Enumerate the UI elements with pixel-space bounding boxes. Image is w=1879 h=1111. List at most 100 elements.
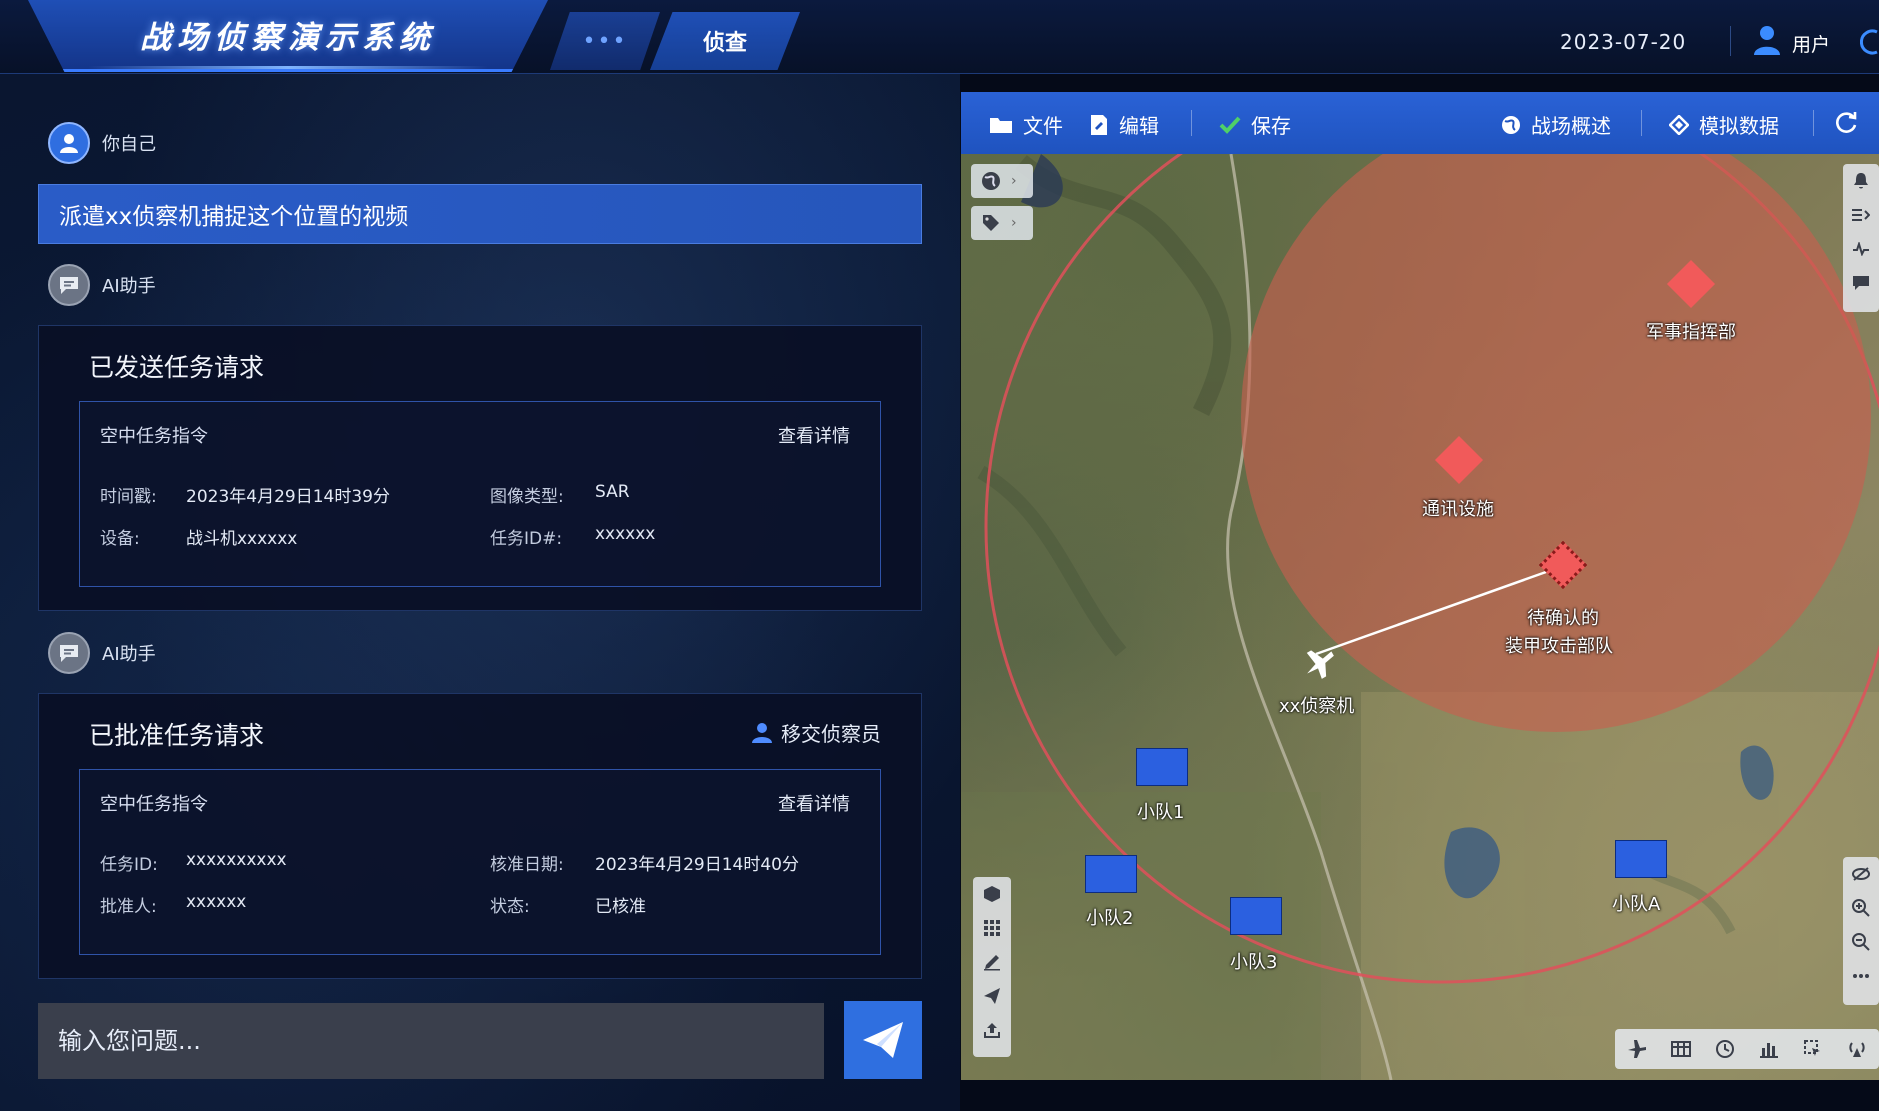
zoom-out-icon[interactable] [1844, 925, 1878, 959]
globe-tool[interactable]: › [971, 164, 1033, 198]
map-toolbar: 文件 编辑 保存 战场概述 模拟数据 [961, 92, 1879, 154]
send-button[interactable] [844, 1001, 922, 1079]
comment-icon[interactable] [1844, 266, 1878, 300]
field-value: xxxxxx [595, 524, 656, 544]
handover-button[interactable]: 移交侦察员 [751, 718, 881, 747]
squad-2-label: 小队2 [1086, 908, 1134, 929]
airplane-icon[interactable] [1299, 642, 1339, 682]
folder-icon [990, 117, 1012, 133]
list-icon[interactable] [1844, 198, 1878, 232]
toolbar-divider [1813, 110, 1814, 136]
top-bar: 战场侦察演示系统 ••• 侦查 2023-07-20 用户 [0, 0, 1879, 74]
user-label[interactable]: 用户 [1792, 30, 1830, 57]
globe-icon [982, 172, 1000, 190]
antenna-icon[interactable] [1835, 1029, 1879, 1069]
grid-icon[interactable] [975, 911, 1009, 945]
save-button[interactable]: 保存 [1219, 110, 1291, 139]
user-message-bubble: 派遣xx侦察机捕捉这个位置的视频 [38, 184, 922, 244]
field-label: 任务ID: [100, 855, 158, 875]
table-icon[interactable] [1659, 1029, 1703, 1069]
simulate-data-button[interactable]: 模拟数据 [1669, 110, 1779, 139]
squad-1-marker[interactable] [1136, 748, 1188, 786]
view-details-link[interactable]: 查看详情 [778, 422, 850, 448]
ai-avatar-icon [48, 264, 90, 306]
more-icon[interactable] [1844, 959, 1878, 993]
app-title: 战场侦察演示系统 [140, 20, 436, 56]
map-overlay [961, 92, 1879, 1080]
field-label: 状态: [490, 897, 530, 917]
field-label: 图像类型: [490, 487, 564, 507]
hq-label: 军事指挥部 [1646, 322, 1736, 343]
title-tab: 战场侦察演示系统 [28, 0, 548, 72]
squad-2-marker[interactable] [1085, 855, 1137, 893]
field-label: 批准人: [100, 897, 157, 917]
ai-message-header: AI助手 [48, 632, 156, 674]
save-label: 保存 [1251, 114, 1291, 138]
checkmark-icon [1219, 116, 1241, 134]
card-title: 已批准任务请求 [89, 721, 265, 750]
cursor-select-icon[interactable] [1791, 1029, 1835, 1069]
ai-avatar-icon [48, 632, 90, 674]
squad-a-marker[interactable] [1615, 840, 1667, 878]
field-value: SAR [595, 482, 630, 502]
toolbar-divider [1641, 110, 1642, 136]
field-label: 时间戳: [100, 487, 157, 507]
armor-label-line1: 待确认的 [1527, 608, 1599, 629]
view-details-link[interactable]: 查看详情 [778, 790, 850, 816]
send-icon[interactable] [975, 979, 1009, 1013]
map-panel[interactable]: 文件 编辑 保存 战场概述 模拟数据 › › 军事指挥部 通讯设施 待确认的 装… [961, 92, 1879, 1080]
airplane-icon[interactable] [1615, 1029, 1659, 1069]
approved-request-card: 已批准任务请求 移交侦察员 空中任务指令 查看详情 任务ID: xxxxxxxx… [38, 693, 922, 979]
mission-order-box: 空中任务指令 查看详情 任务ID: xxxxxxxxxx 核准日期: 2023年… [79, 769, 881, 955]
tab-recon[interactable]: 侦查 [650, 12, 800, 70]
zoom-in-icon[interactable] [1844, 891, 1878, 925]
cube-icon[interactable] [975, 877, 1009, 911]
squad-3-marker[interactable] [1230, 897, 1282, 935]
clock-icon[interactable] [1703, 1029, 1747, 1069]
sent-request-card: 已发送任务请求 空中任务指令 查看详情 时间戳: 2023年4月29日14时39… [38, 325, 922, 611]
right-toolbar-top [1843, 164, 1879, 312]
bar-chart-icon[interactable] [1747, 1029, 1791, 1069]
field-value: 已核准 [595, 897, 646, 917]
field-value: xxxxxxxxxx [186, 850, 287, 870]
overview-button[interactable]: 战场概述 [1501, 110, 1611, 139]
bell-icon[interactable] [1844, 164, 1878, 198]
recon-plane-label: xx侦察机 [1279, 696, 1355, 717]
tab-more[interactable]: ••• [550, 12, 660, 70]
layers-diamond-icon [1669, 114, 1689, 135]
field-label: 任务ID#: [490, 529, 563, 549]
toolbar-divider [1191, 110, 1192, 136]
left-toolbar-bottom [973, 877, 1011, 1057]
chart-line-icon[interactable] [1844, 232, 1878, 266]
edit-doc-icon [1091, 114, 1107, 135]
edit-menu[interactable]: 编辑 [1089, 110, 1159, 139]
chat-panel: 你自己 派遣xx侦察机捕捉这个位置的视频 AI助手 已发送任务请求 空中任务指令… [0, 74, 960, 1111]
pencil-icon[interactable] [975, 945, 1009, 979]
mission-order-title: 空中任务指令 [100, 794, 208, 815]
file-menu[interactable]: 文件 [989, 110, 1063, 139]
chevron-right-icon: › [1011, 173, 1017, 189]
squad-a-label: 小队A [1612, 894, 1661, 915]
user-name: 你自己 [102, 134, 156, 155]
user-icon[interactable] [1752, 24, 1782, 56]
refresh-icon[interactable] [1860, 28, 1879, 56]
user-message-header: 你自己 [48, 122, 156, 164]
tag-tool[interactable]: › [971, 206, 1033, 240]
eye-off-icon[interactable] [1844, 857, 1878, 891]
armor-label-line2: 装甲攻击部队 [1505, 636, 1613, 657]
comms-label: 通讯设施 [1422, 499, 1494, 520]
field-label: 核准日期: [490, 855, 564, 875]
edit-label: 编辑 [1119, 114, 1159, 138]
field-value: 2023年4月29日14时40分 [595, 855, 799, 875]
field-value: 2023年4月29日14时39分 [186, 487, 390, 507]
handover-label: 移交侦察员 [781, 722, 881, 746]
ai-name: AI助手 [102, 644, 156, 665]
question-input[interactable] [38, 1003, 824, 1079]
ai-name: AI助手 [102, 276, 156, 297]
refresh-icon[interactable] [1833, 110, 1859, 136]
user-avatar-icon [48, 122, 90, 164]
bottom-toolbar [1615, 1029, 1879, 1069]
divider [1730, 26, 1731, 56]
person-icon [752, 722, 772, 743]
upload-icon[interactable] [975, 1013, 1009, 1047]
